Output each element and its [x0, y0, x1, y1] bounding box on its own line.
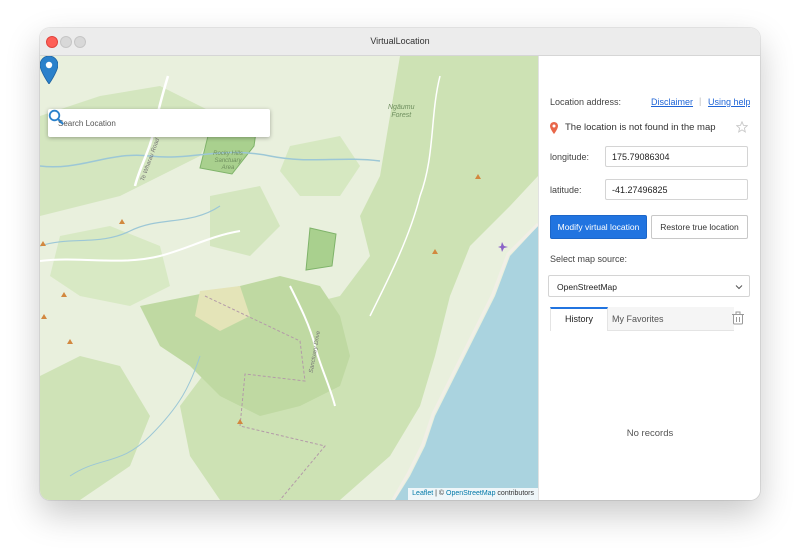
map-label-sanctuary: Rocky Hills [213, 151, 243, 157]
location-pin-icon [550, 122, 558, 134]
map-label-sanctuary: Sanctuary [214, 158, 242, 164]
title-bar: VirtualLocation [40, 28, 760, 56]
map-view[interactable]: Ngāumu Forest Rocky Hills Sanctuary Area… [40, 56, 538, 500]
map-source-label: Select map source: [550, 254, 628, 264]
window-title: VirtualLocation [370, 36, 430, 46]
map-label-forest: Forest [391, 112, 412, 119]
search-input[interactable] [48, 109, 238, 137]
address-row: Location address: Disclaimer | Using hel… [550, 96, 750, 110]
restore-true-location-button[interactable]: Restore true location [651, 215, 748, 239]
favorite-star-icon[interactable] [736, 121, 748, 133]
openstreetmap-link[interactable]: OpenStreetMap [446, 490, 495, 497]
search-icon[interactable] [48, 109, 64, 125]
modify-virtual-location-button[interactable]: Modify virtual location [550, 215, 647, 239]
empty-state-text: No records [626, 428, 674, 439]
link-separator: | [699, 96, 702, 106]
latitude-label: latitude: [550, 185, 582, 195]
map-source-select[interactable]: OpenStreetMap [548, 275, 750, 297]
chevron-down-icon [735, 285, 743, 290]
history-tabs: History My Favorites [550, 307, 750, 331]
search-box [48, 109, 270, 137]
location-text: The location is not found in the map [565, 122, 716, 133]
latitude-input[interactable] [605, 179, 748, 200]
map-attribution: Leaflet | © OpenStreetMap contributors [408, 488, 538, 500]
tab-my-favorites[interactable]: My Favorites [608, 307, 734, 331]
reserve-area [305, 227, 337, 271]
longitude-label: longitude: [550, 152, 590, 162]
longitude-input[interactable] [605, 146, 748, 167]
map-pin-icon[interactable] [40, 56, 58, 84]
trash-icon[interactable] [731, 311, 745, 325]
address-label: Location address: [550, 97, 622, 107]
leaflet-link[interactable]: Leaflet [412, 490, 433, 497]
attribution-copyright: © [438, 490, 445, 497]
control-panel: Location address: Disclaimer | Using hel… [538, 56, 760, 500]
map-label-forest: Ngāumu [388, 104, 415, 111]
tab-history[interactable]: History [550, 307, 608, 331]
app-window: VirtualLocation Ngāumu Forest Rocky Hill… [40, 28, 760, 500]
location-row: The location is not found in the map [550, 121, 750, 135]
map-label-sanctuary: Area [221, 165, 235, 171]
attribution-separator: | [435, 490, 437, 497]
disclaimer-link[interactable]: Disclaimer [651, 97, 693, 107]
map-source-value: OpenStreetMap [557, 282, 618, 292]
using-help-link[interactable]: Using help [708, 97, 750, 107]
attribution-contributors: contributors [497, 490, 534, 497]
